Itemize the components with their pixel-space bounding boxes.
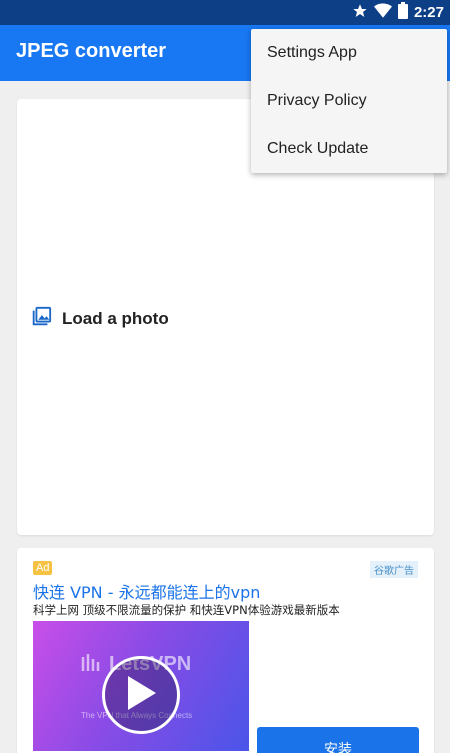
load-photo-label: Load a photo: [62, 309, 169, 328]
ad-video[interactable]: LetsVPN The VPN that Always Connects: [33, 621, 249, 751]
ad-title[interactable]: 快连 VPN - 永远都能连上的vpn: [33, 579, 260, 603]
menu-item-settings-app[interactable]: Settings App: [251, 29, 447, 77]
ad-description: 科学上网 顶级不限流量的保护 和快连VPN体验游戏最新版本: [33, 603, 340, 617]
letsvpn-logo-icon: [81, 651, 103, 677]
play-icon: [124, 674, 158, 716]
play-button[interactable]: [102, 656, 180, 734]
status-bar: 2:27: [0, 0, 450, 25]
wifi-icon: [373, 3, 392, 23]
install-button[interactable]: 安装: [257, 727, 419, 753]
image-gallery-icon: [30, 306, 52, 332]
app-title: JPEG converter: [16, 40, 167, 62]
star-icon: [352, 3, 368, 23]
menu-item-check-update[interactable]: Check Update: [251, 125, 447, 173]
status-icons: 2:27: [352, 0, 444, 25]
overflow-menu: Settings App Privacy Policy Check Update: [251, 29, 447, 173]
ad-network-label: 谷歌广告: [370, 561, 418, 578]
ad-badge: Ad: [33, 561, 53, 575]
battery-icon: [397, 2, 408, 23]
ad-card[interactable]: Ad 谷歌广告 快连 VPN - 永远都能连上的vpn 科学上网 顶级不限流量的…: [17, 548, 434, 753]
load-photo-button[interactable]: Load a photo: [30, 306, 169, 332]
menu-item-privacy-policy[interactable]: Privacy Policy: [251, 77, 447, 125]
status-time: 2:27: [413, 4, 444, 21]
